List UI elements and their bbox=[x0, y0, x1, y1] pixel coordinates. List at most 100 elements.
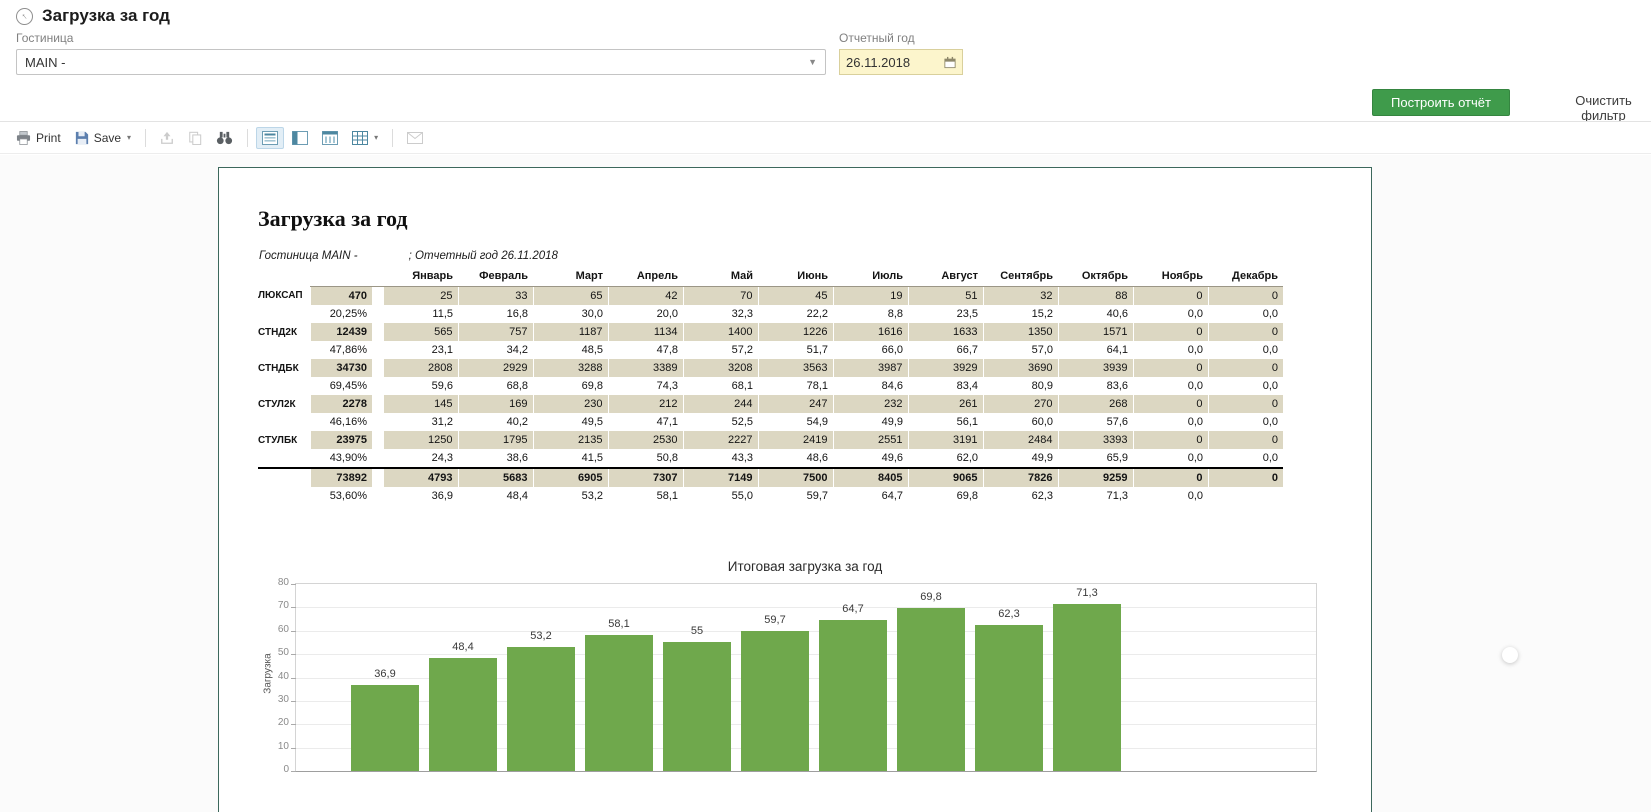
percent-cell: 64,7 bbox=[833, 487, 908, 505]
collapse-arrow-icon[interactable]: ↑ bbox=[13, 4, 37, 28]
build-report-button[interactable]: Построить отчёт bbox=[1372, 89, 1510, 116]
bar-value-label: 36,9 bbox=[341, 668, 429, 680]
copy-button[interactable] bbox=[182, 127, 208, 149]
percent-cell: 0,0 bbox=[1208, 449, 1283, 468]
percent-cell: 47,1 bbox=[608, 413, 683, 431]
percent-cell: 20,0 bbox=[608, 305, 683, 323]
value-cell: 2419 bbox=[758, 431, 833, 449]
bar-value-label: 53,2 bbox=[497, 630, 585, 642]
value-cell: 261 bbox=[908, 395, 983, 413]
percent-cell: 71,3 bbox=[1058, 487, 1133, 505]
bar-value-label: 64,7 bbox=[809, 603, 897, 615]
columns-view-icon bbox=[322, 131, 338, 145]
save-button[interactable]: Save ▾ bbox=[69, 127, 137, 149]
save-label: Save bbox=[94, 131, 121, 145]
value-cell: 244 bbox=[683, 395, 758, 413]
floating-scroll-button[interactable] bbox=[1502, 647, 1518, 663]
view-columns-button[interactable] bbox=[316, 127, 344, 149]
chart-y-axis: 01020304050607080 bbox=[259, 583, 293, 770]
percent-cell: 15,2 bbox=[983, 305, 1058, 323]
spacer-cell bbox=[372, 287, 383, 306]
bar-value-label: 71,3 bbox=[1043, 587, 1131, 599]
print-button[interactable]: Print bbox=[10, 127, 67, 149]
clear-filter-button[interactable]: Очистить фильтр bbox=[1556, 93, 1651, 123]
value-cell: 9065 bbox=[908, 468, 983, 487]
report-date-input[interactable]: 26.11.2018 bbox=[839, 49, 963, 75]
bar-value-label: 55 bbox=[653, 625, 741, 637]
report-subtitle: Гостиница MAIN - ; Отчетный год 26.11.20… bbox=[259, 250, 558, 262]
toolbar-separator bbox=[247, 129, 248, 147]
percent-cell: 8,8 bbox=[833, 305, 908, 323]
percent-cell: 41,5 bbox=[533, 449, 608, 468]
table-row-values: СТУЛБК2397512501795213525302227241925513… bbox=[258, 431, 1283, 449]
table-row-percents: 20,25%11,516,830,020,032,322,28,823,515,… bbox=[258, 305, 1283, 323]
month-header-cell: Ноябрь bbox=[1133, 268, 1208, 287]
y-axis-tick-label: 0 bbox=[259, 764, 289, 775]
view-table-button[interactable]: ▾ bbox=[346, 127, 384, 149]
binoculars-icon bbox=[216, 130, 233, 145]
value-cell: 7149 bbox=[683, 468, 758, 487]
percent-cell: 0,0 bbox=[1133, 487, 1208, 505]
percent-cell: 55,0 bbox=[683, 487, 758, 505]
value-cell: 0 bbox=[1208, 287, 1283, 306]
row-total-percent-cell: 47,86% bbox=[310, 341, 372, 359]
value-cell: 3939 bbox=[1058, 359, 1133, 377]
chart-bar bbox=[585, 635, 653, 771]
chart-bar bbox=[507, 647, 575, 771]
percent-cell: 0,0 bbox=[1133, 377, 1208, 395]
chart-bar bbox=[897, 608, 965, 771]
value-cell: 270 bbox=[983, 395, 1058, 413]
value-cell: 1633 bbox=[908, 323, 983, 341]
value-cell: 51 bbox=[908, 287, 983, 306]
y-axis-tick-label: 50 bbox=[259, 647, 289, 658]
month-header-cell: Март bbox=[533, 268, 608, 287]
value-cell: 0 bbox=[1133, 359, 1208, 377]
row-label-cell bbox=[258, 449, 310, 468]
chart-bar bbox=[975, 625, 1043, 771]
split-view-icon bbox=[292, 131, 308, 145]
search-button[interactable] bbox=[210, 126, 239, 149]
value-cell: 7500 bbox=[758, 468, 833, 487]
row-label-cell: СТУЛБК bbox=[258, 431, 310, 449]
spacer-cell bbox=[372, 305, 383, 323]
row-total-percent-cell: 46,16% bbox=[310, 413, 372, 431]
percent-cell: 11,5 bbox=[383, 305, 458, 323]
toolbar-separator bbox=[145, 129, 146, 147]
report-year-filter: Отчетный год 26.11.2018 bbox=[839, 31, 963, 75]
value-cell: 3288 bbox=[533, 359, 608, 377]
report-table-body: ЛЮКСАП470253365427045195132880020,25%11,… bbox=[258, 287, 1283, 506]
percent-cell: 53,2 bbox=[533, 487, 608, 505]
percent-cell: 0,0 bbox=[1208, 377, 1283, 395]
report-toolbar: Print Save ▾ bbox=[0, 121, 1651, 154]
bar-value-label: 62,3 bbox=[965, 608, 1053, 620]
hotel-select[interactable]: MAIN - ▼ bbox=[16, 49, 826, 75]
percent-cell: 49,5 bbox=[533, 413, 608, 431]
chart-gridline bbox=[296, 607, 1316, 608]
value-cell: 25 bbox=[383, 287, 458, 306]
percent-cell: 58,1 bbox=[608, 487, 683, 505]
percent-cell: 0,0 bbox=[1133, 449, 1208, 468]
month-header-cell: Январь bbox=[383, 268, 458, 287]
row-total-cell: 23975 bbox=[310, 431, 372, 449]
value-cell: 1350 bbox=[983, 323, 1058, 341]
percent-cell: 0,0 bbox=[1133, 341, 1208, 359]
value-cell: 70 bbox=[683, 287, 758, 306]
email-button[interactable] bbox=[401, 128, 429, 148]
export-button[interactable] bbox=[154, 127, 180, 149]
y-axis-tick bbox=[291, 631, 296, 632]
chart-bar bbox=[663, 642, 731, 771]
percent-cell: 59,7 bbox=[758, 487, 833, 505]
percent-cell: 64,1 bbox=[1058, 341, 1133, 359]
value-cell: 2135 bbox=[533, 431, 608, 449]
percent-cell: 52,5 bbox=[683, 413, 758, 431]
view-split-button[interactable] bbox=[286, 127, 314, 149]
view-single-page-button[interactable] bbox=[256, 127, 284, 149]
percent-cell: 32,3 bbox=[683, 305, 758, 323]
percent-cell: 69,8 bbox=[908, 487, 983, 505]
percent-cell: 80,9 bbox=[983, 377, 1058, 395]
row-label-cell: СТУЛ2К bbox=[258, 395, 310, 413]
value-cell: 247 bbox=[758, 395, 833, 413]
value-cell: 169 bbox=[458, 395, 533, 413]
value-cell: 32 bbox=[983, 287, 1058, 306]
chart-bar bbox=[819, 620, 887, 771]
